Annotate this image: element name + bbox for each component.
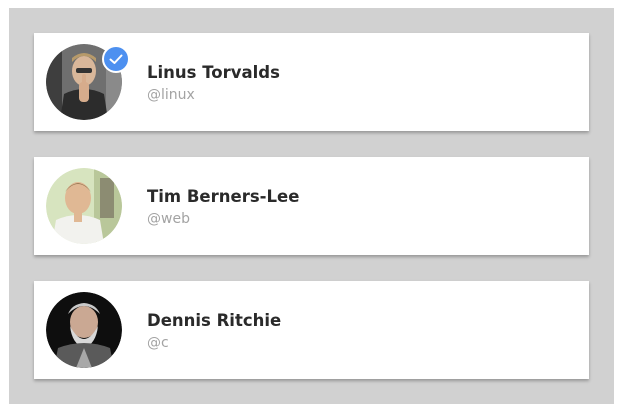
- dennis-ritchie-avatar: [46, 292, 122, 368]
- user-card-tim-berners-lee[interactable]: Tim Berners-Lee @web: [34, 157, 589, 255]
- user-name: Tim Berners-Lee: [147, 187, 300, 206]
- user-card-dennis-ritchie[interactable]: Dennis Ritchie @c: [34, 281, 589, 379]
- user-name: Dennis Ritchie: [147, 311, 282, 330]
- user-name: Linus Torvalds: [147, 63, 280, 82]
- avatar-container: [46, 292, 122, 368]
- verified-badge: [102, 45, 130, 73]
- user-handle: @linux: [147, 87, 195, 103]
- tim-berners-lee-avatar: [46, 168, 122, 244]
- user-list-panel: Linus Torvalds @linux Tim Berners-Lee @w…: [9, 8, 614, 404]
- avatar-container: [46, 168, 122, 244]
- checkmark-icon: [109, 54, 123, 64]
- user-card-linus-torvalds[interactable]: Linus Torvalds @linux: [34, 33, 589, 131]
- user-handle: @c: [147, 335, 169, 351]
- user-handle: @web: [147, 211, 190, 227]
- avatar-container: [46, 44, 130, 120]
